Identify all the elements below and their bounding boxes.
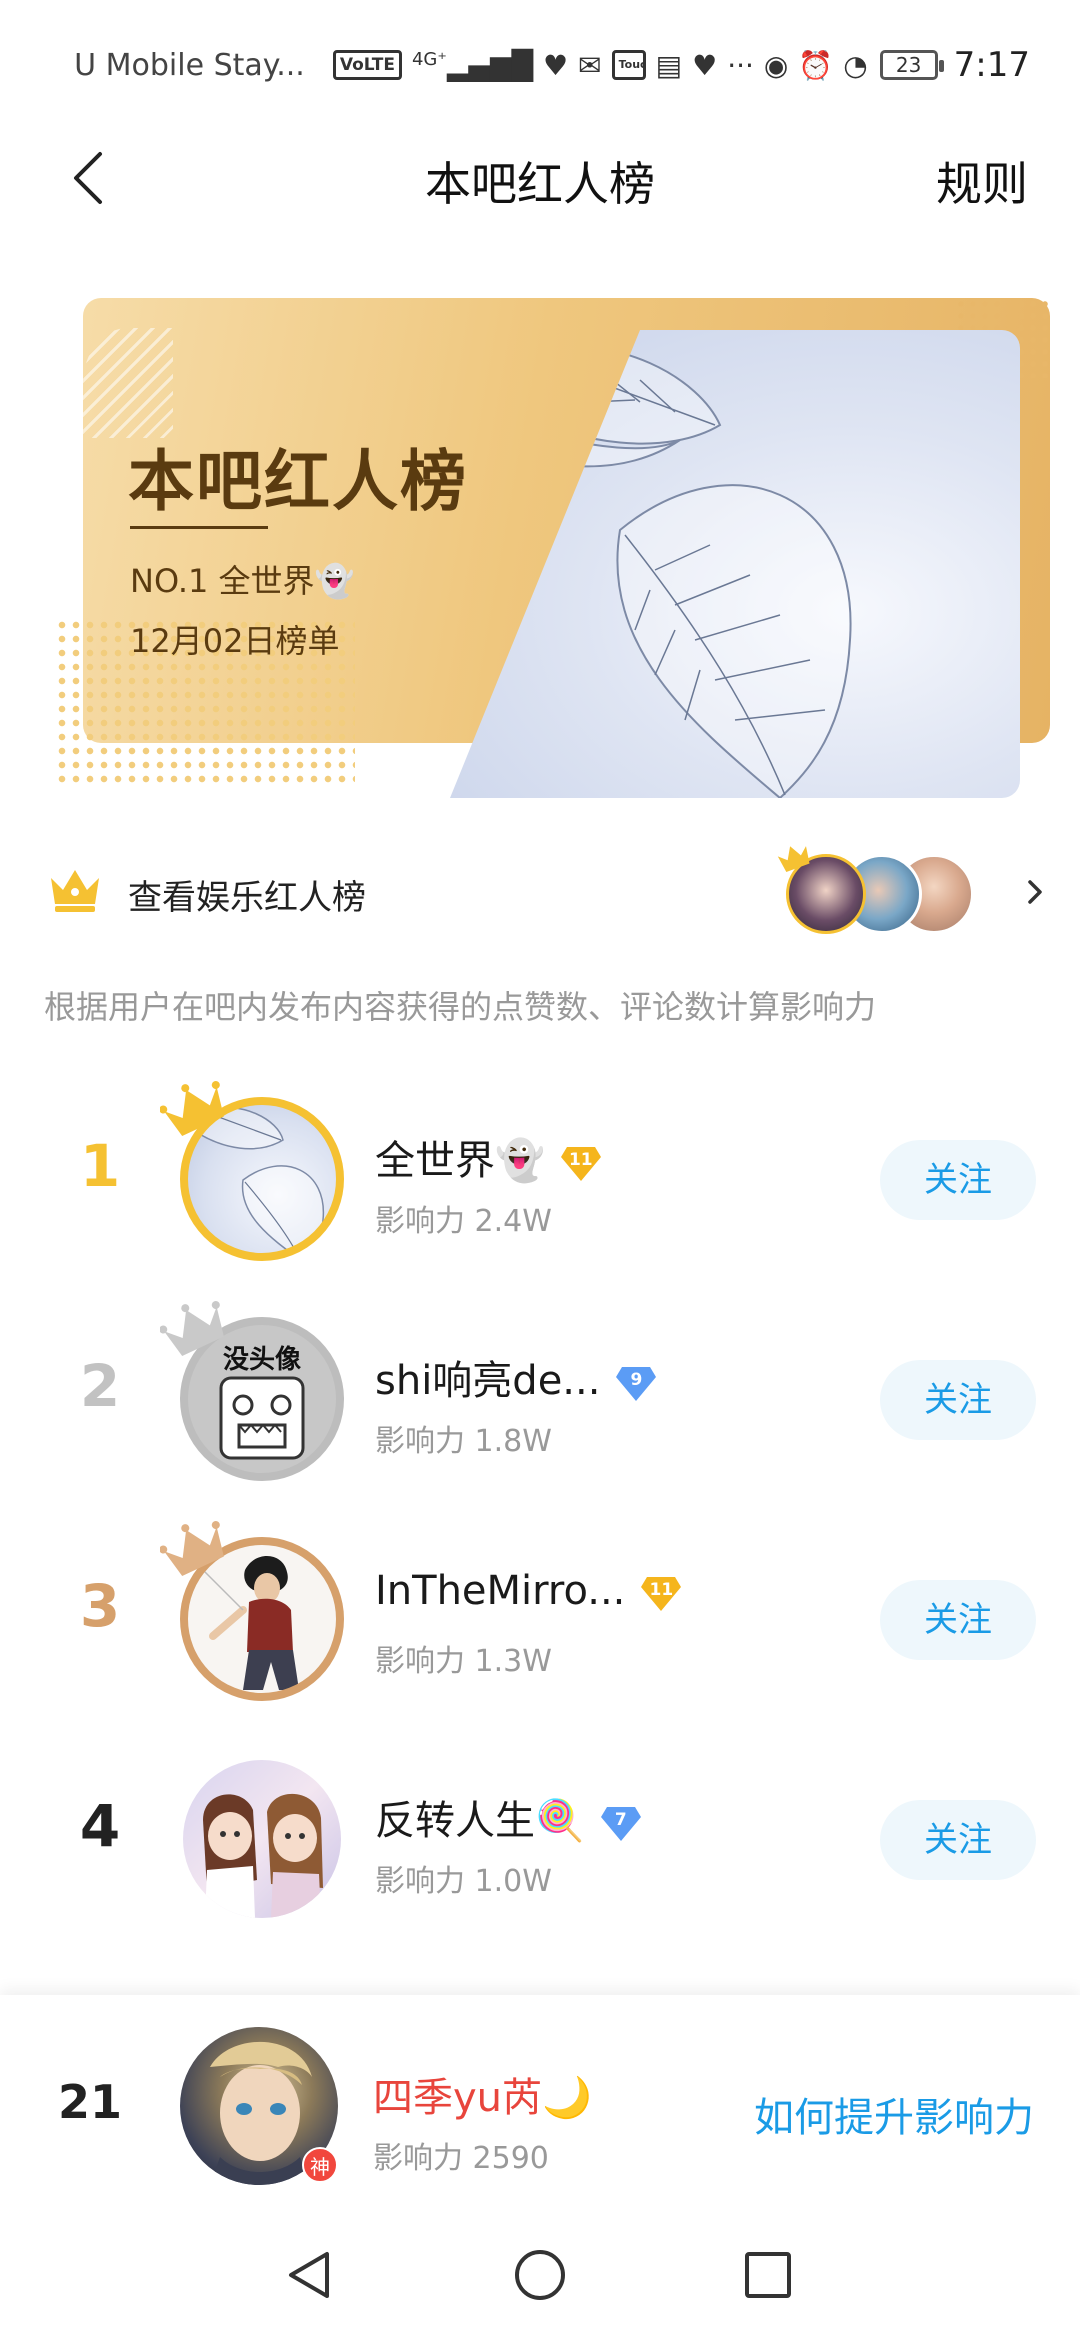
follow-button[interactable]: 关注 [880, 1140, 1036, 1220]
network-signal-icon: 4G⁺▂▄▆█ [411, 48, 534, 82]
my-influence-value: 影响力 2590 [373, 2141, 549, 2176]
level-badge-gold: 11 [639, 1573, 683, 1613]
user-name-text: 反转人生🍭 [375, 1798, 585, 1844]
banner-no1-user: NO.1 全世界👻 [130, 562, 355, 600]
volte-icon: VoLTE [332, 50, 402, 80]
alarm-icon: ⏰ [798, 48, 834, 82]
ranking-description: 根据用户在吧内发布内容获得的点赞数、评论数计算影响力 [44, 988, 877, 1026]
user-name-text: 全世界👻 [375, 1138, 545, 1184]
user-name: InTheMirro... 11 [375, 1568, 683, 1614]
page: U Mobile Stay... VoLTE 4G⁺▂▄▆█ ♥ ✉ Touch… [0, 0, 1080, 2340]
gmail-icon: ✉ [578, 48, 602, 82]
nav-recents-icon[interactable] [743, 2250, 793, 2300]
nav-back-icon[interactable] [285, 2250, 335, 2300]
rank-number: 4 [79, 1792, 121, 1860]
heartbeat-icon: ♥ [692, 48, 718, 82]
my-rank-bar: 21 神 四季yu芮🌙 影响力 2590 如何提升影响力 [0, 1995, 1080, 2210]
crown-bronze-icon [160, 1520, 224, 1576]
status-bar: U Mobile Stay... VoLTE 4G⁺▂▄▆█ ♥ ✉ Touch… [0, 0, 1080, 130]
eye-icon: ◉ [763, 48, 789, 82]
level-number: 9 [630, 1370, 643, 1390]
user-name: 全世界👻 11 [375, 1128, 603, 1186]
how-to-improve-influence-link[interactable]: 如何提升影响力 [754, 2085, 1034, 2143]
ranking-banner: 本吧红人榜 NO.1 全世界👻 12月02日榜单 [55, 298, 1050, 798]
battery-level: 23 [895, 53, 922, 77]
user-name-text: InTheMirro... [375, 1568, 626, 1614]
user-name: shi响亮de... 9 [375, 1348, 658, 1406]
follow-button[interactable]: 关注 [880, 1580, 1036, 1660]
couple-cartoon-image [203, 1793, 323, 1918]
level-number: 11 [649, 1580, 674, 1600]
ranking-row-1[interactable]: 1 全世界👻 11 影响力 2.4W 关注 [0, 1080, 1080, 1270]
influence-value: 影响力 2.4W [375, 1204, 552, 1239]
entertainment-ranking-label: 查看娱乐红人榜 [128, 878, 366, 918]
crown-gold-icon [160, 1080, 224, 1136]
rank-number: 2 [79, 1352, 121, 1420]
my-rank-number: 21 [57, 2075, 122, 2129]
banner-date: 12月02日榜单 [130, 622, 340, 660]
nav-home-icon[interactable] [513, 2248, 567, 2302]
rank-number: 3 [79, 1572, 121, 1640]
battery-icon: 23 [879, 50, 944, 80]
level-number: 7 [614, 1810, 627, 1830]
header: 本吧红人榜 规则 [0, 130, 1080, 230]
chevron-right-icon [1028, 880, 1042, 904]
entertainment-avatars [777, 846, 986, 938]
god-badge: 神 [302, 2147, 338, 2183]
influence-value: 影响力 1.8W [375, 1424, 552, 1459]
rules-button[interactable]: 规则 [936, 148, 1028, 214]
touch-n-go-icon: Touch'nGo [611, 50, 646, 80]
level-badge-blue: 9 [614, 1363, 658, 1403]
ranking-row-2[interactable]: 2 没头像 shi响亮de... 9 影响力 1.8W 关注 [0, 1300, 1080, 1490]
ranking-row-3[interactable]: 3 InTheMirro... 11 影响力 1.3W 关注 [0, 1520, 1080, 1710]
banner-hatch-decoration [83, 328, 173, 438]
crown-icon [51, 870, 99, 912]
level-badge-blue: 7 [599, 1803, 643, 1843]
follow-button[interactable]: 关注 [880, 1360, 1036, 1440]
entertainment-ranking-entry[interactable]: 查看娱乐红人榜 [0, 840, 1080, 940]
speed-icon: ◔ [843, 48, 868, 82]
influence-value: 影响力 1.3W [375, 1644, 552, 1679]
my-user-name: 四季yu芮🌙 [373, 2075, 592, 2121]
carrier-label: U Mobile Stay... [74, 47, 305, 83]
banner-title: 本吧红人榜 [128, 443, 468, 520]
user-name: 反转人生🍭 7 [375, 1788, 643, 1846]
clock-time: 7:17 [953, 45, 1030, 85]
follow-button[interactable]: 关注 [880, 1800, 1036, 1880]
user-name-text: shi响亮de... [375, 1358, 601, 1404]
news-icon: ▤ [655, 48, 683, 82]
crown-silver-icon [160, 1300, 224, 1356]
banner-divider [130, 526, 268, 529]
rank-number: 1 [79, 1132, 121, 1200]
more-notifications-icon: ··· [727, 48, 754, 82]
level-badge-gold: 11 [559, 1143, 603, 1183]
page-title: 本吧红人榜 [425, 157, 655, 211]
avatar [183, 1760, 341, 1918]
health-heart-icon: ♥ [543, 48, 569, 82]
ranking-row-4[interactable]: 4 反转人生🍭 7 影响力 1.0W 关注 [0, 1740, 1080, 1930]
influence-value: 影响力 1.0W [375, 1864, 552, 1899]
level-number: 11 [568, 1150, 593, 1170]
system-navigation-bar [0, 2210, 1080, 2340]
